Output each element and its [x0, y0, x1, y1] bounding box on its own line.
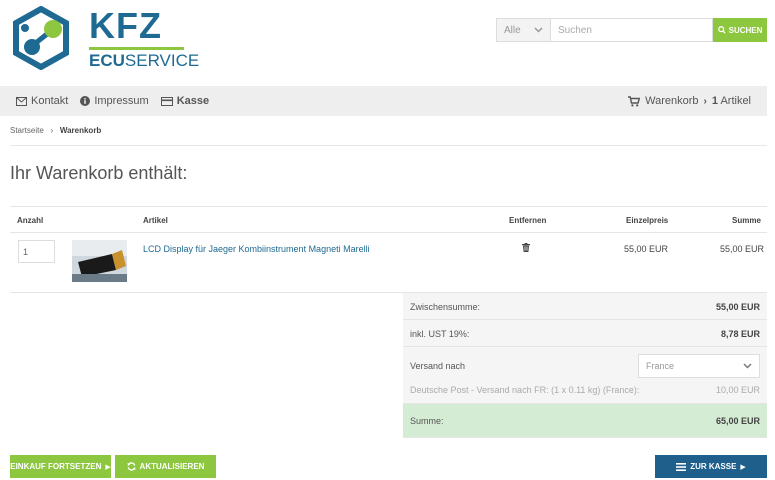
- quantity-input[interactable]: 1: [18, 240, 55, 263]
- search-input[interactable]: Suchen: [551, 18, 713, 42]
- total-value: 65,00 EUR: [715, 416, 760, 426]
- breadcrumb: Startseite › Warenkorb: [10, 126, 101, 135]
- shipping-country-select[interactable]: France: [638, 354, 760, 378]
- tax-row: inkl. UST 19%: 8,78 EUR: [403, 320, 767, 347]
- nav-cart[interactable]: Warenkorb › 1 Artikel: [628, 95, 751, 107]
- nav-checkout[interactable]: Kasse: [160, 95, 209, 107]
- update-cart-button[interactable]: AKTUALISIEREN: [115, 455, 216, 478]
- main-nav-bar: Kontakt Impressum Kasse Warenkorb › 1 Ar…: [0, 86, 767, 116]
- logo-text-ecuservice: ECUSERVICE: [89, 51, 200, 70]
- page-title: Ihr Warenkorb enthält:: [10, 163, 188, 183]
- cart-count: 1: [711, 95, 718, 107]
- search-icon: [717, 26, 726, 34]
- shipping-method: Deutsche Post - Versand nach FR: (1 x 0.…: [410, 385, 640, 395]
- table-row: 1 LCD Display für Jaeger Kombiinstrument…: [10, 233, 767, 293]
- total-label: Summe:: [410, 416, 444, 426]
- chevron-down-icon: [743, 363, 752, 369]
- nav-imprint[interactable]: Impressum: [80, 95, 149, 107]
- shipping-label: Versand nach: [410, 361, 466, 371]
- search-category-select[interactable]: Alle: [496, 18, 551, 42]
- shipping-row: Versand nach France Deutsche Post - Vers…: [403, 347, 767, 404]
- caret-right-icon: ▶: [105, 463, 111, 471]
- subtotal-label: Zwischensumme:: [410, 302, 481, 312]
- envelope-icon: [16, 96, 27, 106]
- chevron-right-icon: ›: [703, 95, 707, 107]
- tax-label: inkl. UST 19%:: [410, 329, 470, 339]
- tax-value: 8,78 EUR: [720, 329, 760, 339]
- breadcrumb-current: Warenkorb: [59, 126, 102, 135]
- unit-price: 55,00 EUR: [624, 244, 669, 254]
- site-logo[interactable]: KFZ ECUSERVICE: [12, 5, 199, 70]
- column-header-sum: Summe: [732, 216, 761, 225]
- breadcrumb-home[interactable]: Startseite: [10, 126, 44, 135]
- total-row: Summe: 65,00 EUR: [403, 404, 767, 438]
- logo-hexagon-icon: [13, 6, 69, 70]
- continue-shopping-button[interactable]: EINKAUF FORTSETZEN ▶: [10, 455, 111, 478]
- chevron-down-icon: [534, 27, 543, 33]
- caret-right-icon: ▶: [740, 463, 746, 471]
- column-header-remove: Entfernen: [509, 216, 547, 225]
- breadcrumb-separator-icon: ›: [46, 126, 58, 135]
- product-image: [72, 240, 127, 282]
- divider: [10, 145, 767, 146]
- product-link[interactable]: LCD Display für Jaeger Kombiinstrument M…: [143, 244, 370, 254]
- credit-card-icon: [160, 96, 173, 106]
- subtotal-value: 55,00 EUR: [715, 302, 760, 312]
- refresh-icon: [127, 462, 136, 471]
- product-thumbnail[interactable]: [72, 240, 127, 282]
- column-header-qty: Anzahl: [17, 216, 44, 225]
- nav-contact[interactable]: Kontakt: [16, 95, 68, 107]
- subtotal-row: Zwischensumme: 55,00 EUR: [403, 293, 767, 320]
- shipping-value: 10,00 EUR: [715, 385, 760, 395]
- cart-table-header: Anzahl Artikel Entfernen Einzelpreis Sum…: [10, 206, 767, 233]
- list-icon: [676, 462, 687, 471]
- logo-text-kfz: KFZ: [89, 5, 162, 46]
- shopping-cart-icon: [628, 95, 641, 106]
- checkout-button[interactable]: ZUR KASSE ▶: [655, 455, 767, 478]
- trash-icon[interactable]: [522, 243, 530, 255]
- search-button[interactable]: SUCHEN: [713, 18, 767, 42]
- column-header-unit-price: Einzelpreis: [626, 216, 669, 225]
- column-header-article: Artikel: [143, 216, 168, 225]
- search-bar: Alle Suchen SUCHEN: [496, 18, 767, 42]
- line-total: 55,00 EUR: [720, 244, 765, 254]
- info-icon: [80, 96, 91, 106]
